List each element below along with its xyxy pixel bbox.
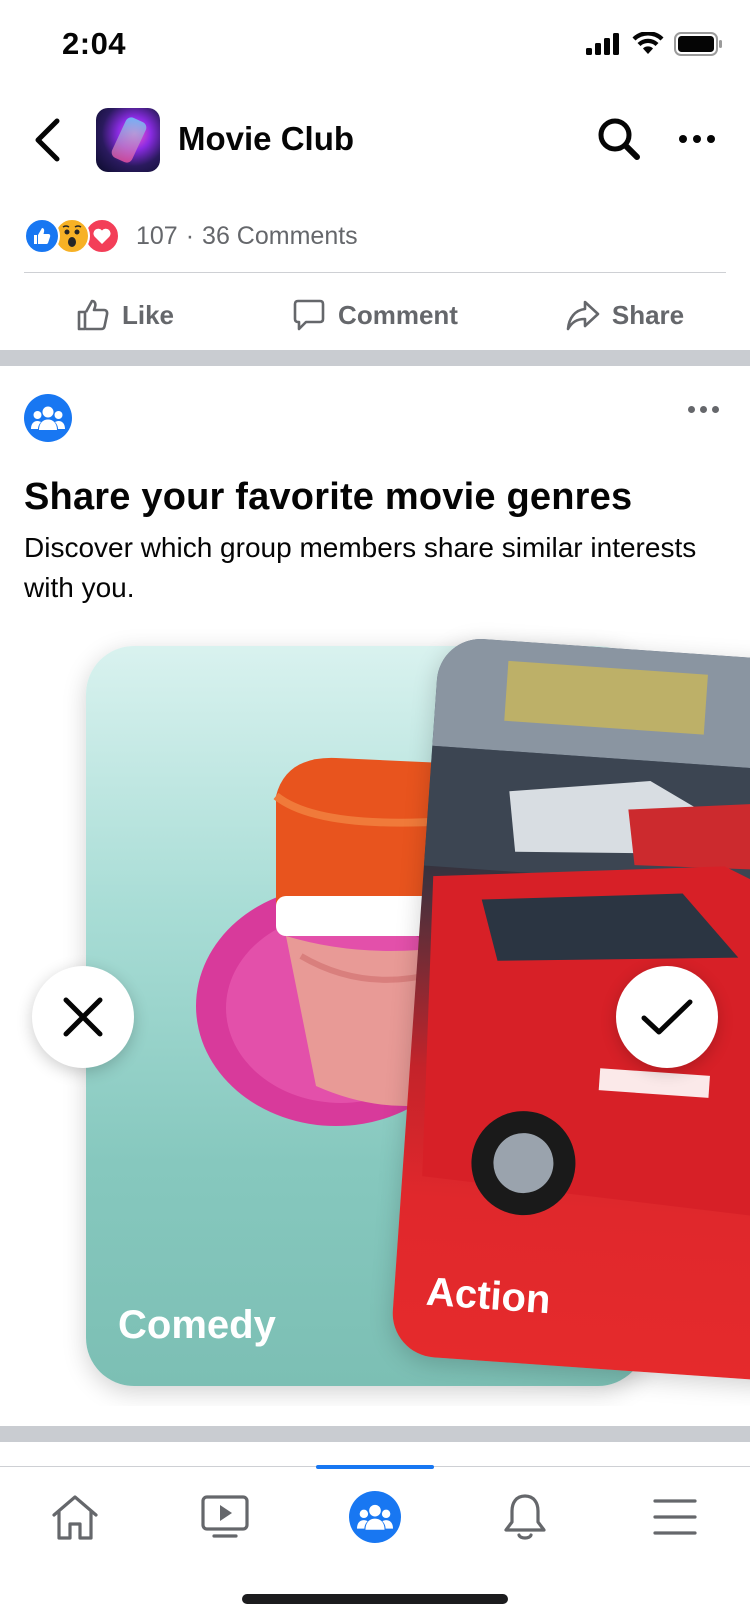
nav-active-indicator [316,1465,434,1469]
checkmark-icon [641,999,693,1035]
more-dot-icon [707,135,715,143]
wifi-icon [632,32,664,54]
groups-badge-icon [24,394,72,442]
nav-notifications[interactable] [450,1467,600,1566]
comment-count[interactable]: 36 Comments [202,222,358,251]
accept-button[interactable] [616,966,718,1068]
group-header: Movie Club [0,90,750,190]
comment-button[interactable]: Comment [250,280,500,350]
genre-card-stack: Comedy Action [0,616,750,1406]
more-dot-icon [693,135,701,143]
nav-watch[interactable] [150,1467,300,1566]
reject-button[interactable] [32,966,134,1068]
status-bar: 2:04 [0,0,750,90]
like-reaction-icon [24,218,60,254]
section-separator [0,1426,750,1442]
share-arrow-icon [566,300,600,331]
reaction-summary[interactable]: 107 · 36 Comments [24,216,358,256]
chevron-left-icon [35,118,60,162]
more-dot-icon [712,406,719,413]
search-button[interactable] [596,116,642,162]
nav-groups[interactable] [300,1465,450,1566]
share-button[interactable]: Share [500,280,750,350]
post-more-button[interactable] [688,406,719,413]
divider [24,272,726,273]
close-icon [63,997,103,1037]
comment-label: Comment [338,299,458,330]
more-options-button[interactable] [672,116,722,162]
group-name[interactable]: Movie Club [178,120,354,158]
post-action-bar: Like Comment Share [0,280,750,350]
like-button[interactable]: Like [0,280,250,350]
home-icon [52,1494,98,1540]
reaction-count: 107 [136,221,178,250]
battery-icon [674,32,722,56]
comment-bubble-icon [293,299,325,331]
watch-icon [201,1494,249,1538]
thumbs-up-icon [77,299,109,331]
bottom-navigation [0,1465,750,1566]
cellular-signal-icon [586,33,619,55]
search-icon [598,118,640,160]
post-title: Share your favorite movie genres [24,476,633,518]
groups-icon [349,1490,401,1543]
nav-home[interactable] [0,1467,150,1566]
genre-card-label: Action [424,1269,552,1323]
more-dot-icon [700,406,707,413]
section-separator [0,350,750,366]
share-label: Share [611,299,685,330]
menu-icon [653,1498,697,1535]
reaction-icons [24,218,124,254]
home-indicator[interactable] [242,1594,508,1604]
post-description: Discover which group members share simil… [24,532,697,603]
more-dot-icon [679,135,687,143]
status-time: 2:04 [62,26,127,61]
nav-menu[interactable] [600,1467,750,1566]
notifications-icon [504,1493,546,1540]
genre-card-label: Comedy [118,1303,276,1347]
more-dot-icon [688,406,695,413]
stats-separator: · [185,221,195,250]
group-avatar[interactable] [96,108,160,172]
status-icons [586,32,722,56]
back-button[interactable] [24,114,72,166]
like-label: Like [121,299,175,330]
